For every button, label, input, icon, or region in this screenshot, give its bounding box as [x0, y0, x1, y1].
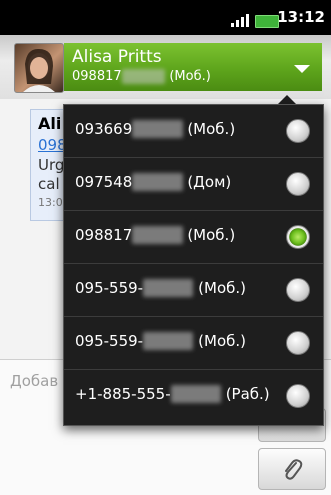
number-option[interactable]: 098817#### (Моб.) — [64, 211, 323, 264]
battery-icon — [255, 15, 279, 28]
recipient-selector[interactable]: Alisa Pritts 098817#### (Моб.) — [64, 43, 322, 91]
redacted-digits: #### — [143, 332, 194, 350]
message-text: Urg cal — [38, 156, 65, 193]
contact-number: 098817#### (Моб.) — [72, 69, 211, 84]
radio-button-selected[interactable] — [286, 225, 310, 249]
number-option[interactable]: 097548#### (Дом) — [64, 158, 323, 211]
redacted-digits: #### — [143, 279, 194, 297]
number-option-label: 098817#### (Моб.) — [75, 226, 236, 244]
status-bar: 13:12 — [0, 0, 331, 35]
radio-button[interactable] — [286, 331, 310, 355]
number-option-label: 097548#### (Дом) — [75, 173, 232, 191]
number-option[interactable]: 093669#### (Моб.) — [64, 105, 323, 158]
signal-icon — [231, 14, 249, 27]
number-picker-popup: 093669#### (Моб.) 097548#### (Дом) 09881… — [63, 104, 324, 426]
message-time: 13:0 — [38, 196, 63, 209]
status-time: 13:12 — [277, 8, 325, 26]
number-option[interactable]: 095-559-#### (Моб.) — [64, 264, 323, 317]
number-option[interactable]: +1-885-555-#### (Раб.) — [64, 370, 323, 423]
redacted-digits: #### — [132, 173, 183, 191]
contact-name: Alisa Pritts — [72, 47, 162, 67]
redacted-digits: #### — [121, 69, 166, 84]
avatar-photo-icon — [23, 48, 55, 92]
radio-button[interactable] — [286, 119, 310, 143]
number-option-label: 095-559-#### (Моб.) — [75, 332, 246, 350]
paperclip-icon — [285, 459, 303, 480]
radio-button[interactable] — [286, 384, 310, 408]
redacted-digits: #### — [170, 385, 221, 403]
contact-header: Alisa Pritts 098817#### (Моб.) — [0, 35, 331, 99]
radio-button[interactable] — [286, 172, 310, 196]
number-option[interactable]: 095-559-#### (Моб.) — [64, 317, 323, 370]
number-option-label: +1-885-555-#### (Раб.) — [75, 385, 270, 403]
number-option-label: 093669#### (Моб.) — [75, 120, 236, 138]
dropdown-arrow-icon[interactable] — [294, 65, 310, 73]
message-sender-name: Ali — [38, 114, 62, 133]
redacted-digits: #### — [132, 226, 183, 244]
number-option-label: 095-559-#### (Моб.) — [75, 279, 246, 297]
contact-avatar[interactable] — [14, 43, 64, 93]
redacted-digits: #### — [132, 120, 183, 138]
attach-button[interactable] — [258, 448, 326, 490]
radio-button[interactable] — [286, 278, 310, 302]
